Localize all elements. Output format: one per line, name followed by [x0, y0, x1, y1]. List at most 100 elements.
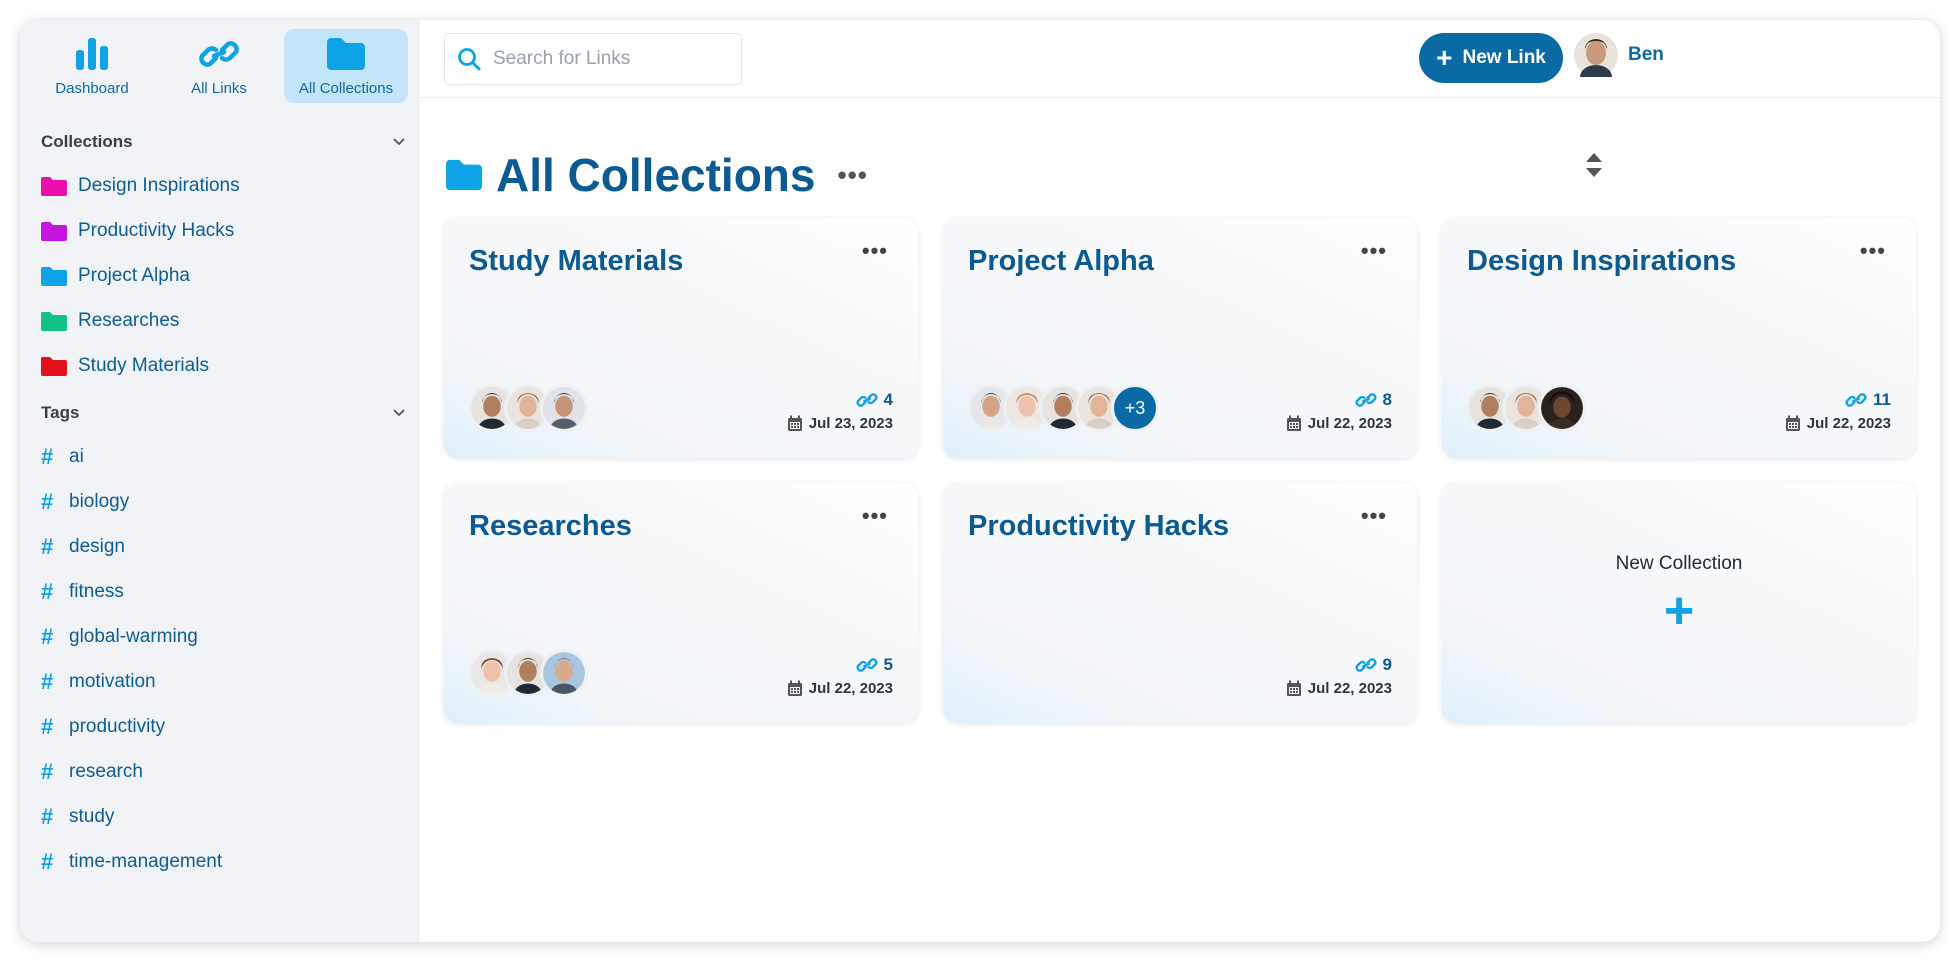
card-more-icon[interactable]: ••• — [862, 503, 888, 529]
avatar — [540, 649, 588, 697]
calendar-icon — [1286, 680, 1301, 696]
search-icon — [458, 48, 481, 71]
link-count-value: 8 — [1382, 390, 1392, 409]
nav-all-links[interactable]: All Links — [157, 29, 281, 103]
avatar — [1538, 384, 1586, 432]
sidebar-tag-global-warming[interactable]: # global-warming — [20, 614, 418, 659]
sidebar-tag-study[interactable]: # study — [20, 794, 418, 839]
calendar-icon — [787, 680, 802, 696]
collection-card-title: Study Materials — [469, 245, 684, 277]
new-link-button[interactable]: + New Link — [1419, 33, 1563, 83]
user-menu[interactable]: Ben — [1574, 33, 1664, 77]
nav-all-collections[interactable]: All Collections — [284, 29, 408, 103]
page-title: All Collections — [496, 149, 816, 201]
card-date-value: Jul 22, 2023 — [808, 680, 893, 697]
sidebar-tag-biology[interactable]: # biology — [20, 479, 418, 524]
tag-label: research — [69, 760, 143, 782]
sidebar-collection-project-alpha[interactable]: Project Alpha — [20, 253, 418, 298]
sidebar-tag-time-management[interactable]: # time-management — [20, 839, 418, 884]
avatar — [540, 384, 588, 432]
sidebar-collection-productivity-hacks[interactable]: Productivity Hacks — [20, 208, 418, 253]
collection-card[interactable]: Study Materials ••• 4 Jul 23, 2023 — [444, 218, 918, 458]
card-more-icon[interactable]: ••• — [1361, 503, 1387, 529]
sidebar-tag-motivation[interactable]: # motivation — [20, 659, 418, 704]
link-icon — [1355, 658, 1377, 672]
user-name: Ben — [1628, 44, 1664, 65]
card-more-icon[interactable]: ••• — [1361, 238, 1387, 264]
sidebar: Dashboard All Links All Collections Coll… — [20, 20, 419, 942]
tag-label: study — [69, 805, 115, 827]
link-count-value: 11 — [1873, 390, 1891, 409]
sidebar-tag-productivity[interactable]: # productivity — [20, 704, 418, 749]
nav-dashboard[interactable]: Dashboard — [30, 29, 154, 103]
sidebar-collection-design-inspirations[interactable]: Design Inspirations — [20, 163, 418, 208]
tag-label: time-management — [69, 850, 223, 872]
tag-label: design — [69, 535, 125, 557]
folder-icon — [41, 176, 67, 196]
sidebar-collection-label: Study Materials — [78, 354, 209, 376]
collection-card[interactable]: Project Alpha ••• +3 8 Jul 22, 2023 — [943, 218, 1417, 458]
sidebar-collection-study-materials[interactable]: Study Materials — [20, 343, 418, 388]
tag-label: productivity — [69, 715, 166, 737]
nav-dashboard-label: Dashboard — [55, 80, 129, 97]
main-nav: Dashboard All Links All Collections — [20, 20, 418, 103]
sidebar-collection-researches[interactable]: Researches — [20, 298, 418, 343]
card-more-icon[interactable]: ••• — [1860, 238, 1886, 264]
sort-button[interactable] — [1585, 152, 1603, 183]
page-header: All Collections ••• — [444, 148, 868, 202]
card-date: Jul 23, 2023 — [787, 415, 893, 432]
sidebar-tag-design[interactable]: # design — [20, 524, 418, 569]
more-options-icon[interactable]: ••• — [837, 160, 867, 191]
tag-label: ai — [69, 445, 84, 467]
card-date-value: Jul 23, 2023 — [808, 415, 893, 432]
link-icon — [1845, 393, 1867, 407]
collection-card[interactable]: Productivity Hacks ••• 9 Jul 22, 2023 — [943, 483, 1417, 723]
topbar: + New Link Ben — [419, 20, 1940, 98]
card-more-icon[interactable]: ••• — [862, 238, 888, 264]
sidebar-tag-fitness[interactable]: # fitness — [20, 569, 418, 614]
collections-section-toggle[interactable]: Collections — [20, 127, 418, 157]
card-stats: 4 Jul 23, 2023 — [787, 390, 893, 432]
card-date: Jul 22, 2023 — [1286, 415, 1392, 432]
chevron-down-icon — [393, 138, 405, 146]
hash-icon: # — [41, 758, 54, 784]
member-avatars — [1466, 384, 1586, 432]
tag-label: biology — [69, 490, 130, 512]
card-stats: 9 Jul 22, 2023 — [1286, 655, 1392, 697]
collections-list: Design Inspirations Productivity Hacks P… — [20, 163, 418, 388]
card-stats: 8 Jul 22, 2023 — [1286, 390, 1392, 432]
collections-grid: Study Materials ••• 4 Jul 23, 2023 Proje… — [444, 218, 1916, 723]
hash-icon: # — [41, 623, 54, 649]
link-icon — [856, 658, 878, 672]
tags-section-toggle[interactable]: Tags — [20, 398, 418, 428]
plus-icon: + — [1663, 582, 1695, 640]
new-collection-card[interactable]: New Collection + — [1442, 483, 1916, 723]
new-link-label: New Link — [1462, 47, 1546, 68]
hash-icon: # — [41, 803, 54, 829]
sidebar-tag-ai[interactable]: # ai — [20, 434, 418, 479]
tags-heading: Tags — [41, 403, 80, 422]
member-avatars — [468, 649, 588, 697]
search-input[interactable] — [493, 48, 723, 70]
chevron-down-icon — [393, 409, 405, 417]
sidebar-tag-research[interactable]: # research — [20, 749, 418, 794]
link-count: 11 — [1785, 390, 1891, 410]
collection-card-title: Project Alpha — [968, 245, 1154, 277]
new-collection-label: New Collection — [1615, 553, 1743, 574]
nav-all-collections-label: All Collections — [298, 80, 394, 97]
collections-heading: Collections — [41, 132, 133, 151]
sort-icon — [1586, 153, 1602, 177]
calendar-icon — [1785, 415, 1800, 431]
collection-card[interactable]: Design Inspirations ••• 11 Jul 22, 2023 — [1442, 218, 1916, 458]
link-count-value: 5 — [883, 655, 893, 674]
folder-icon — [41, 311, 67, 331]
search-box[interactable] — [444, 33, 742, 85]
main-content: + New Link Ben All Collections ••• Study… — [419, 20, 1940, 942]
link-count: 9 — [1286, 655, 1392, 675]
link-count: 8 — [1286, 390, 1392, 410]
link-count: 5 — [787, 655, 893, 675]
bar-chart-icon — [74, 34, 110, 74]
link-icon — [199, 34, 239, 74]
sidebar-collection-label: Productivity Hacks — [78, 219, 235, 241]
collection-card[interactable]: Researches ••• 5 Jul 22, 2023 — [444, 483, 918, 723]
